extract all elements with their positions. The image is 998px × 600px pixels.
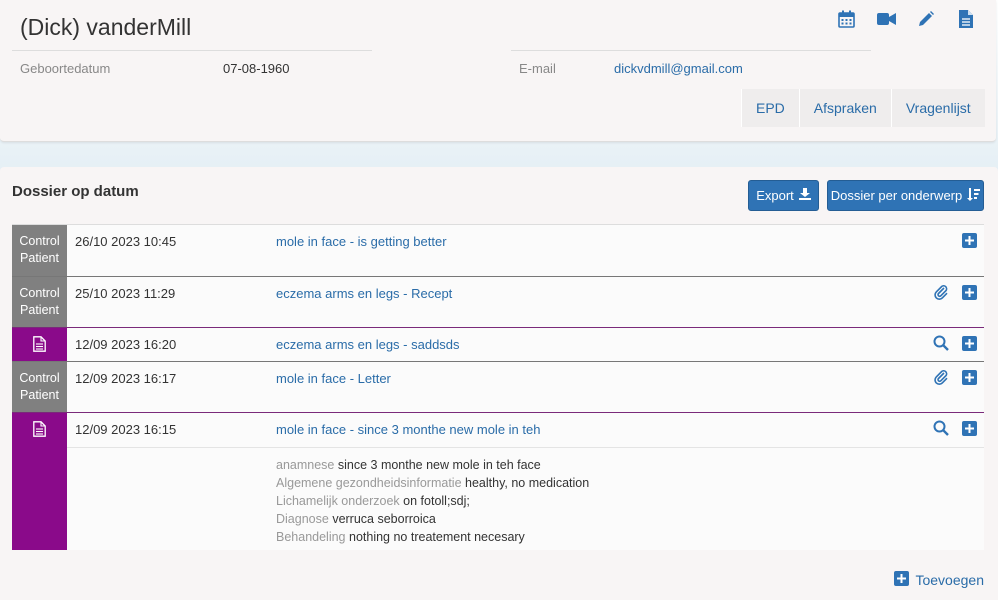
patient-tabs: EPD Afspraken Vragenlijst (741, 89, 985, 127)
sort-amount-icon (967, 187, 981, 204)
dossier-per-subject-label: Dossier per onderwerp (830, 188, 963, 203)
export-button[interactable]: Export (748, 180, 819, 211)
row-date: 12/09 2023 16:15 (75, 422, 177, 437)
tab-vragenlijst[interactable]: Vragenlijst (890, 89, 985, 127)
type-badge-control-patient: Control Patient (12, 225, 67, 276)
calendar-icon[interactable] (836, 9, 856, 29)
video-camera-icon[interactable] (876, 9, 896, 29)
document-icon (33, 336, 46, 357)
row-title-link[interactable]: eczema arms en legs - saddsds (276, 337, 460, 352)
export-label: Export (756, 188, 794, 203)
document-icon (33, 421, 46, 442)
type-badge-document (12, 413, 67, 550)
row-date: 12/09 2023 16:20 (75, 337, 177, 352)
row-title-link[interactable]: mole in face - Letter (276, 371, 391, 386)
tab-afspraken[interactable]: Afspraken (798, 89, 891, 127)
dossier-table: Control Patient 26/10 2023 10:45 mole in… (12, 224, 984, 550)
birthdate-value: 07-08-1960 (223, 61, 290, 76)
paperclip-icon[interactable] (933, 369, 949, 385)
document-icon[interactable] (956, 9, 976, 29)
row-title-link[interactable]: eczema arms en legs - Recept (276, 286, 452, 301)
birthdate-label: Geboortedatum (20, 61, 111, 76)
patient-name: (Dick) vanderMill (20, 14, 192, 40)
add-entry-label: Toevoegen (915, 572, 984, 588)
header-actions (836, 9, 996, 29)
detail-line: Behandeling nothing no treatement necesa… (276, 530, 525, 544)
download-icon (798, 188, 811, 203)
table-row[interactable]: 12/09 2023 16:20 eczema arms en legs - s… (12, 328, 984, 362)
table-row-expanded[interactable]: 12/09 2023 16:15 mole in face - since 3 … (12, 413, 984, 550)
entry-details: anamnese since 3 monthe new mole in teh … (67, 447, 984, 550)
plus-square-icon[interactable] (961, 232, 977, 248)
tab-epd[interactable]: EPD (741, 89, 799, 127)
row-date: 26/10 2023 10:45 (75, 234, 177, 249)
detail-line: anamnese since 3 monthe new mole in teh … (276, 458, 541, 472)
section-title: Dossier op datum (12, 183, 139, 200)
dossier-per-subject-button[interactable]: Dossier per onderwerp (827, 180, 984, 211)
pencil-icon[interactable] (916, 9, 936, 29)
row-title-link[interactable]: mole in face - is getting better (276, 234, 447, 249)
search-icon[interactable] (933, 335, 949, 351)
plus-square-icon[interactable] (961, 284, 977, 300)
search-icon[interactable] (933, 420, 949, 436)
dossier-panel: Dossier op datum Export Dossier per onde… (0, 167, 998, 600)
plus-square-icon (894, 571, 910, 589)
email-label: E-mail (519, 61, 556, 76)
add-entry-link[interactable]: Toevoegen (894, 571, 984, 589)
plus-square-icon[interactable] (961, 420, 977, 436)
row-title-link[interactable]: mole in face - since 3 monthe new mole i… (276, 422, 540, 437)
table-row[interactable]: Control Patient 25/10 2023 11:29 eczema … (12, 277, 984, 328)
plus-square-icon[interactable] (961, 335, 977, 351)
table-row[interactable]: Control Patient 12/09 2023 16:17 mole in… (12, 362, 984, 413)
row-date: 12/09 2023 16:17 (75, 371, 177, 386)
patient-header: (Dick) vanderMill Geboortedatum 07-08-19… (0, 0, 996, 142)
divider (12, 50, 372, 51)
detail-line: Algemene gezondheidsinformatie healthy, … (276, 476, 590, 490)
detail-line: Diagnose verruca seborroica (276, 512, 436, 526)
type-badge-document (12, 328, 67, 361)
divider (511, 50, 871, 51)
type-badge-control-patient: Control Patient (12, 277, 67, 327)
row-date: 25/10 2023 11:29 (75, 286, 176, 301)
email-link[interactable]: dickvdmill@gmail.com (614, 61, 743, 76)
plus-square-icon[interactable] (961, 369, 977, 385)
detail-line: Lichamelijk onderzoek on fotoll;sdj; (276, 494, 470, 508)
paperclip-icon[interactable] (933, 284, 949, 300)
type-badge-control-patient: Control Patient (12, 362, 67, 412)
table-row[interactable]: Control Patient 26/10 2023 10:45 mole in… (12, 225, 984, 277)
